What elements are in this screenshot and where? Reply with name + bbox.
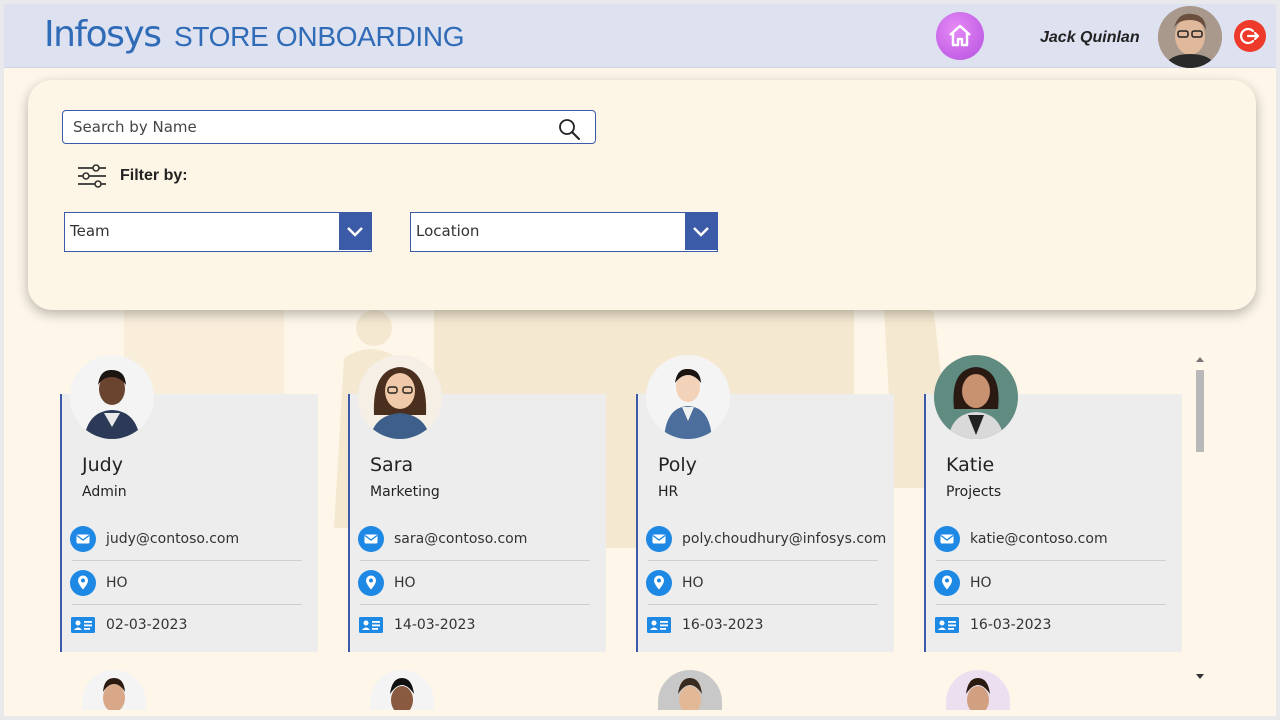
- card-divider: [72, 604, 302, 605]
- chevron-down-icon[interactable]: [339, 213, 371, 250]
- search-box: [62, 110, 596, 144]
- sliders-icon: [78, 164, 106, 188]
- id-card-icon: [647, 617, 671, 633]
- card-divider: [72, 560, 302, 561]
- id-card-icon: [359, 617, 383, 633]
- card-divider: [360, 560, 590, 561]
- employee-team: Projects: [946, 484, 1002, 500]
- id-card-icon: [935, 617, 959, 633]
- employee-team: Admin: [82, 484, 127, 500]
- scroll-up-arrow-icon[interactable]: [1194, 356, 1206, 366]
- email-row: sara@contoso.com: [358, 522, 592, 556]
- employee-name: Judy: [82, 454, 123, 476]
- card-divider: [360, 604, 590, 605]
- employee-email: sara@contoso.com: [394, 531, 528, 547]
- home-button[interactable]: [936, 12, 984, 60]
- employee-email: judy@contoso.com: [106, 531, 240, 547]
- filter-row: Filter by:: [76, 162, 188, 190]
- scroll-down-arrow-icon[interactable]: [1194, 674, 1206, 684]
- date-row: 16-03-2023: [934, 608, 1168, 642]
- employee-email: poly.choudhury@infosys.com: [682, 531, 887, 547]
- date-row: 16-03-2023: [646, 608, 880, 642]
- logout-button[interactable]: [1234, 20, 1266, 52]
- employee-name: Sara: [370, 454, 414, 476]
- card-list-scrollbar[interactable]: [1194, 356, 1206, 686]
- card-divider: [936, 560, 1166, 561]
- location-pin-icon: [358, 570, 384, 596]
- user-avatar: [1158, 6, 1222, 68]
- employee-team: HR: [658, 484, 679, 500]
- employee-date: 02-03-2023: [106, 617, 188, 633]
- card-divider: [648, 604, 878, 605]
- email-row: katie@contoso.com: [934, 522, 1168, 556]
- team-dropdown[interactable]: Team: [64, 212, 372, 252]
- employee-location: HO: [106, 575, 128, 591]
- employee-location: HO: [682, 575, 704, 591]
- employee-team: Marketing: [370, 484, 440, 500]
- location-dropdown-value: Location: [416, 222, 480, 240]
- email-row: poly.choudhury@infosys.com: [646, 522, 886, 556]
- location-row: HO: [70, 566, 304, 600]
- user-name: Jack Quinlan: [1040, 29, 1140, 46]
- app-frame: Infosys STORE ONBOARDING Jack Quinlan Se…: [4, 4, 1276, 716]
- home-icon: [949, 24, 971, 47]
- location-pin-icon: [646, 570, 672, 596]
- card-divider: [936, 604, 1166, 605]
- id-card-icon: [71, 617, 95, 633]
- employee-date: 16-03-2023: [682, 617, 764, 633]
- team-dropdown-value: Team: [70, 222, 110, 240]
- employee-email: katie@contoso.com: [970, 531, 1108, 547]
- email-icon: [934, 526, 960, 552]
- employee-location: HO: [394, 575, 416, 591]
- logout-icon: [1240, 27, 1260, 45]
- location-pin-icon: [934, 570, 960, 596]
- location-row: HO: [646, 566, 880, 600]
- location-dropdown[interactable]: Location: [410, 212, 718, 252]
- location-row: HO: [934, 566, 1168, 600]
- employee-date: 14-03-2023: [394, 617, 476, 633]
- filter-label: Filter by:: [120, 167, 188, 184]
- email-icon: [646, 526, 672, 552]
- scroll-thumb[interactable]: [1196, 370, 1204, 452]
- employee-photo: [358, 355, 442, 439]
- infosys-logo: Infosys: [44, 14, 162, 55]
- location-pin-icon: [70, 570, 96, 596]
- card-divider: [648, 560, 878, 561]
- employee-name: Poly: [658, 454, 697, 476]
- employee-photo: [934, 355, 1018, 439]
- date-row: 14-03-2023: [358, 608, 592, 642]
- email-icon: [358, 526, 384, 552]
- filter-panel: Filter by: Team Location: [28, 80, 1256, 310]
- employee-date: 16-03-2023: [970, 617, 1052, 633]
- search-input[interactable]: [63, 111, 553, 142]
- employee-location: HO: [970, 575, 992, 591]
- search-icon[interactable]: [557, 117, 581, 141]
- app-header: Infosys STORE ONBOARDING Jack Quinlan: [4, 4, 1276, 68]
- location-row: HO: [358, 566, 592, 600]
- employee-photo: [646, 355, 730, 439]
- chevron-down-icon[interactable]: [685, 213, 717, 250]
- page-title: STORE ONBOARDING: [174, 21, 465, 52]
- employee-photo: [70, 355, 154, 439]
- email-row: judy@contoso.com: [70, 522, 304, 556]
- email-icon: [70, 526, 96, 552]
- date-row: 02-03-2023: [70, 608, 304, 642]
- employee-name: Katie: [946, 454, 995, 476]
